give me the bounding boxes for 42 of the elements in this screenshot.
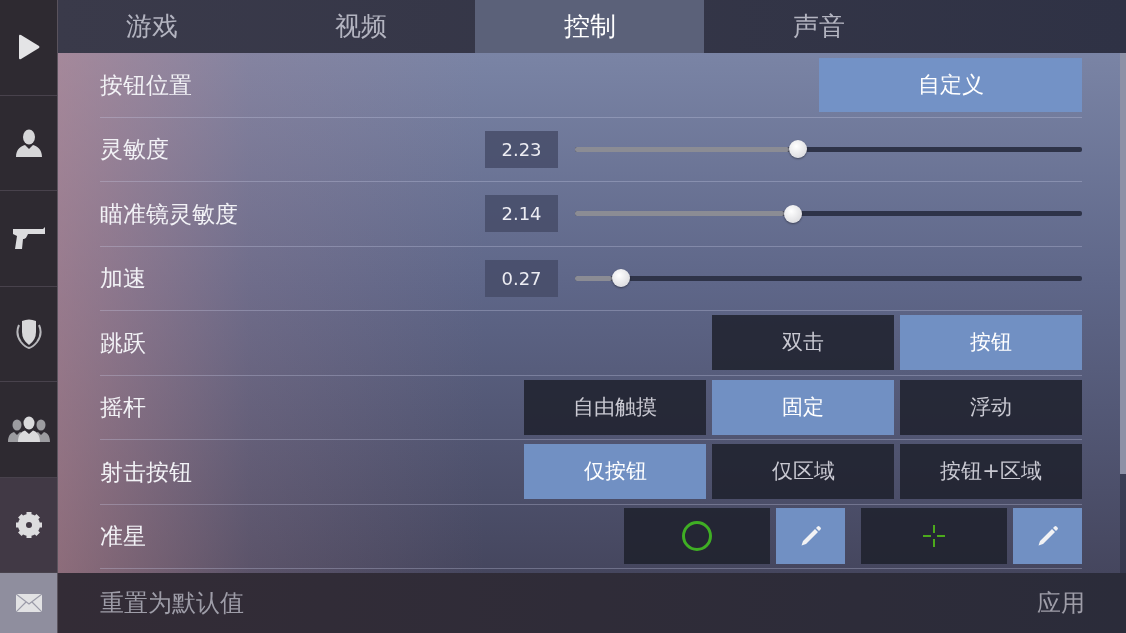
setting-label: 加速 <box>100 264 146 293</box>
apply-button[interactable]: 应用 <box>1037 585 1085 621</box>
setting-label: 跳跃 <box>100 328 146 358</box>
option-button[interactable]: 固定 <box>712 379 894 435</box>
tab[interactable]: 视频 <box>246 0 475 53</box>
option-button[interactable]: 仅按钮 <box>524 444 706 500</box>
layout-button[interactable]: 自定义 <box>819 57 1082 112</box>
setting-label: 瞄准镜灵敏度 <box>100 199 238 229</box>
group-icon <box>7 416 50 443</box>
crosshair-preview[interactable] <box>624 508 770 565</box>
option-button[interactable]: 按钮+区域 <box>900 444 1082 500</box>
pencil-icon <box>798 524 823 549</box>
option-button[interactable]: 双击 <box>712 315 894 371</box>
scrollbar-thumb[interactable] <box>1120 53 1126 475</box>
reset-button[interactable]: 重置为默认值 <box>100 585 244 621</box>
option-button[interactable]: 自由触摸 <box>524 379 706 435</box>
person-icon <box>15 128 42 157</box>
tab[interactable]: 控制 <box>475 0 704 53</box>
slider-thumb[interactable] <box>784 204 802 223</box>
setting-label: 灵敏度 <box>100 135 169 164</box>
option-button[interactable]: 浮动 <box>900 379 1082 435</box>
sidebar-item[interactable] <box>0 477 57 573</box>
setting-label: 按钮位置 <box>100 70 192 100</box>
tab[interactable]: 声音 <box>704 0 933 53</box>
crosshair-icon <box>923 525 945 548</box>
envelope-icon <box>15 594 42 612</box>
setting-label: 射击按钮 <box>100 457 192 487</box>
value-readout: 0.27 <box>485 259 558 297</box>
value-readout: 2.14 <box>485 195 558 233</box>
option-button[interactable]: 仅区域 <box>712 444 894 500</box>
option-button[interactable]: 按钮 <box>900 315 1082 371</box>
pistol-icon <box>12 227 45 250</box>
slider-thumb[interactable] <box>611 269 630 288</box>
play-icon <box>17 34 40 61</box>
setting-label: 摇杆 <box>100 393 146 422</box>
settings-icon <box>15 511 42 538</box>
value-readout: 2.23 <box>485 130 558 168</box>
pencil-icon <box>1035 524 1060 549</box>
tab[interactable]: 游戏 <box>58 0 246 53</box>
circle-crosshair-icon <box>682 521 712 552</box>
slider-thumb[interactable] <box>789 140 808 159</box>
setting-label: 准星 <box>100 522 146 551</box>
